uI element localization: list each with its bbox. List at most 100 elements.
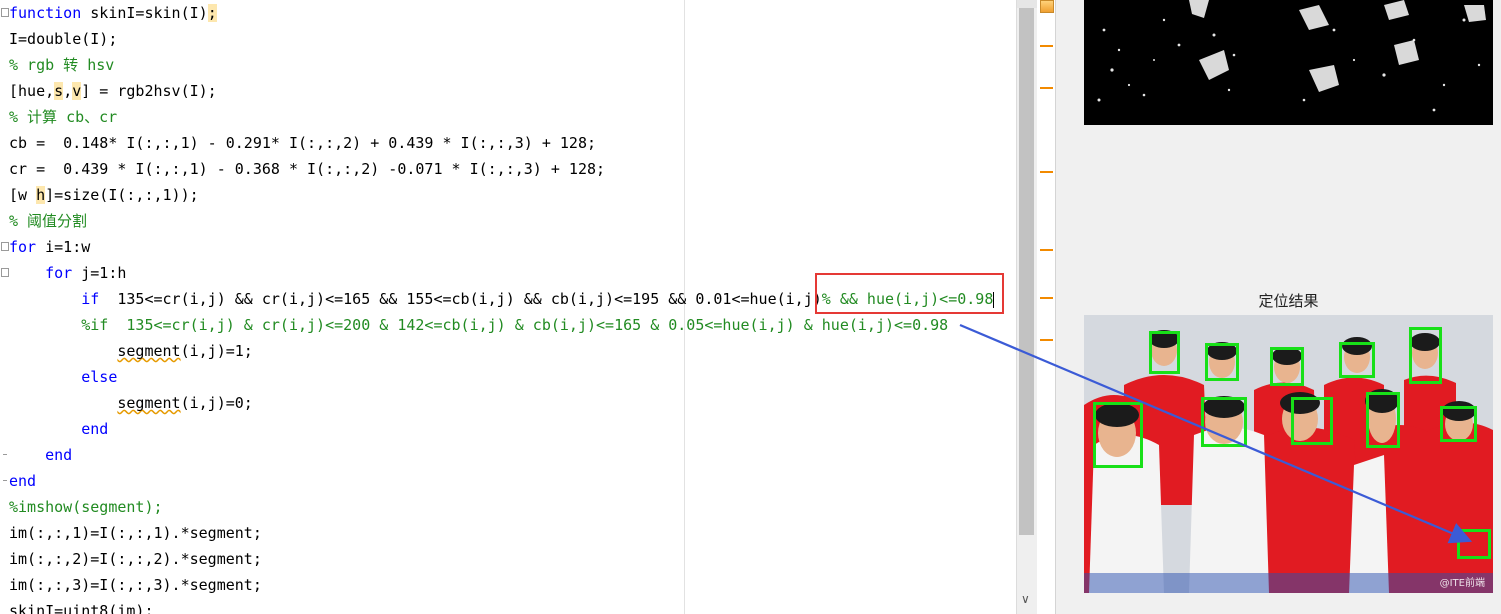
code-token: i=1:w bbox=[36, 238, 91, 256]
face-detection-box bbox=[1201, 397, 1247, 447]
code-text: % rgb 转 hsv bbox=[9, 52, 114, 78]
code-token: % rgb 转 hsv bbox=[9, 56, 115, 74]
fold-end-icon bbox=[0, 442, 9, 468]
warning-icon[interactable] bbox=[1040, 0, 1054, 13]
skin-segmentation-image bbox=[1084, 0, 1493, 125]
code-editor[interactable]: function skinI=skin(I); I=double(I); % rgb… bbox=[0, 0, 1016, 614]
segmentation-mask bbox=[1084, 0, 1493, 125]
code-token: , bbox=[63, 82, 73, 100]
code-text: [hue,s,v] = rgb2hsv(I); bbox=[9, 78, 217, 104]
warning-marker[interactable] bbox=[1040, 87, 1053, 89]
chevron-down-icon[interactable]: ∨ bbox=[1021, 592, 1030, 606]
fold-toggle-icon[interactable] bbox=[0, 234, 9, 260]
code-text: I=double(I); bbox=[9, 26, 117, 52]
face-detection-box bbox=[1149, 331, 1180, 374]
code-text: im(:,:,3)=I(:,:,3).*segment; bbox=[9, 572, 262, 598]
code-text: %imshow(segment); bbox=[9, 494, 163, 520]
code-token: cr = 0.439 * I(:,:,1) - 0.368 * I(:,:,2)… bbox=[9, 160, 606, 178]
fold-end-icon bbox=[0, 468, 9, 494]
warning-marker[interactable] bbox=[1040, 171, 1053, 173]
code-token: (i,j)=0; bbox=[180, 394, 253, 412]
warning-marker[interactable] bbox=[1040, 45, 1053, 47]
code-token: [w bbox=[9, 186, 37, 204]
code-token: for bbox=[45, 264, 73, 282]
code-analyzer-marker-bar[interactable] bbox=[1037, 0, 1056, 614]
code-text: end bbox=[9, 416, 108, 442]
code-token: % 计算 cb、cr bbox=[9, 108, 118, 126]
face-detection-box bbox=[1093, 402, 1143, 468]
warning-marker[interactable] bbox=[1040, 249, 1053, 251]
code-text: for j=1:h bbox=[9, 260, 126, 286]
face-detection-box bbox=[1205, 343, 1239, 381]
code-text: %if 135<=cr(i,j) & cr(i,j)<=200 & 142<=c… bbox=[9, 312, 948, 338]
code-text: skinI=uint8(im); bbox=[9, 598, 154, 614]
code-text: function skinI=skin(I); bbox=[9, 0, 217, 26]
code-token: j=1:h bbox=[72, 264, 127, 282]
face-detection-box bbox=[1440, 406, 1477, 442]
code-token: function bbox=[9, 4, 82, 22]
code-text: im(:,:,2)=I(:,:,2).*segment; bbox=[9, 546, 262, 572]
code-token: [hue, bbox=[9, 82, 55, 100]
code-token: 135<=cr(i,j) && cr(i,j)<=165 && 155<=cb(… bbox=[99, 290, 822, 308]
code-text: segment(i,j)=1; bbox=[9, 338, 253, 364]
face-detection-box bbox=[1339, 342, 1375, 378]
code-token: segment bbox=[117, 394, 181, 412]
fold-toggle-icon[interactable] bbox=[0, 260, 9, 286]
code-token: cb = 0.148* I(:,:,1) - 0.291* I(:,:,2) +… bbox=[9, 134, 596, 152]
code-token: end bbox=[9, 472, 37, 490]
code-text: end bbox=[9, 442, 72, 468]
code-token: else bbox=[81, 368, 118, 386]
code-text: cr = 0.439 * I(:,:,1) - 0.368 * I(:,:,2)… bbox=[9, 156, 605, 182]
warning-marker[interactable] bbox=[1040, 339, 1053, 341]
code-token: im(:,:,1)=I(:,:,1).*segment; bbox=[9, 524, 262, 542]
fold-toggle-icon[interactable] bbox=[0, 0, 9, 26]
warning-marker[interactable] bbox=[1040, 297, 1053, 299]
code-token: skinI=skin(I) bbox=[81, 4, 208, 22]
code-token: end bbox=[45, 446, 73, 464]
face-detection-box bbox=[1457, 529, 1491, 559]
code-token: (i,j)=1; bbox=[180, 342, 253, 360]
code-text: im(:,:,1)=I(:,:,1).*segment; bbox=[9, 520, 262, 546]
code-text: % 计算 cb、cr bbox=[9, 104, 117, 130]
code-token: for bbox=[9, 238, 37, 256]
code-token: skinI=uint8(im); bbox=[9, 602, 154, 614]
face-detection-box bbox=[1366, 392, 1400, 448]
code-text: else bbox=[9, 364, 117, 390]
face-detection-box bbox=[1291, 397, 1333, 445]
code-text: segment(i,j)=0; bbox=[9, 390, 253, 416]
figure-title: 定位结果 bbox=[1258, 292, 1319, 310]
code-token: if bbox=[81, 290, 100, 308]
code-text: end bbox=[9, 468, 36, 494]
code-token: % 阈值分割 bbox=[9, 212, 88, 230]
code-token: h bbox=[36, 186, 46, 204]
code-token: I=double(I); bbox=[9, 30, 118, 48]
scrollbar-top[interactable] bbox=[1017, 0, 1037, 8]
figure-window: 定位结果 @ITE前端 bbox=[1056, 0, 1501, 614]
face-detection-box bbox=[1270, 347, 1304, 386]
code-token: ]=size(I(:,:,1)); bbox=[45, 186, 199, 204]
scrollbar-thumb[interactable] bbox=[1019, 8, 1034, 535]
code-text: for i=1:w bbox=[9, 234, 90, 260]
code-token: segment bbox=[117, 342, 181, 360]
code-token: im(:,:,3)=I(:,:,3).*segment; bbox=[9, 576, 262, 594]
code-text: [w h]=size(I(:,:,1)); bbox=[9, 182, 199, 208]
code-token: im(:,:,2)=I(:,:,2).*segment; bbox=[9, 550, 262, 568]
code-token: %if 135<=cr(i,j) & cr(i,j)<=200 & 142<=c… bbox=[81, 316, 949, 334]
editor-vertical-scrollbar[interactable]: ∨ bbox=[1016, 0, 1037, 614]
face-detection-result-image: @ITE前端 bbox=[1084, 315, 1493, 593]
code-text: cb = 0.148* I(:,:,1) - 0.291* I(:,:,2) +… bbox=[9, 130, 596, 156]
code-token: end bbox=[81, 420, 109, 438]
image-watermark: @ITE前端 bbox=[1439, 578, 1485, 589]
annotation-highlight-box bbox=[815, 273, 1004, 314]
code-token: ] = rgb2hsv(I); bbox=[81, 82, 217, 100]
code-token: s bbox=[54, 82, 64, 100]
code-token: v bbox=[72, 82, 82, 100]
code-token: %imshow(segment); bbox=[9, 498, 163, 516]
